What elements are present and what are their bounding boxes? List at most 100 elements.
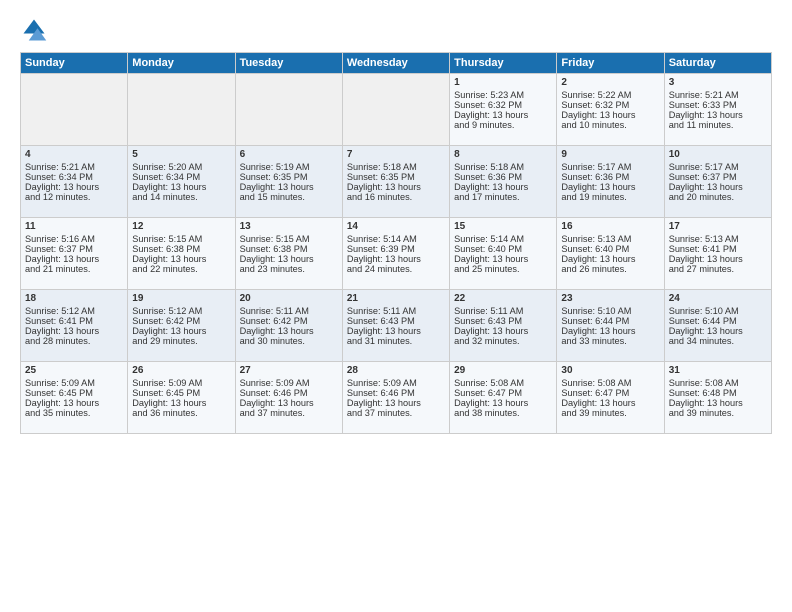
cell-line: and 30 minutes. — [240, 336, 338, 346]
cell-line: and 19 minutes. — [561, 192, 659, 202]
cell-line: Daylight: 13 hours — [454, 254, 552, 264]
cell-line: Sunset: 6:38 PM — [240, 244, 338, 254]
cell-line: Daylight: 13 hours — [454, 110, 552, 120]
cell-line: and 11 minutes. — [669, 120, 767, 130]
cell-line: Sunrise: 5:12 AM — [25, 306, 123, 316]
calendar-table: SundayMondayTuesdayWednesdayThursdayFrid… — [20, 52, 772, 434]
cell-line: Sunset: 6:35 PM — [240, 172, 338, 182]
day-number: 25 — [25, 365, 123, 376]
cell-line: Sunrise: 5:12 AM — [132, 306, 230, 316]
week-row-5: 25 Sunrise: 5:09 AM Sunset: 6:45 PM Dayligh… — [21, 362, 772, 434]
cell-line: Daylight: 13 hours — [454, 182, 552, 192]
calendar-cell — [342, 74, 449, 146]
calendar-cell: 19Sunrise: 5:12 AMSunset: 6:42 PMDayligh… — [128, 290, 235, 362]
cell-line: Daylight: 13 hours — [454, 326, 552, 336]
day-number: 7 — [347, 149, 445, 160]
cell-line: Sunrise: 5:08 AM — [669, 378, 767, 388]
week-row-2: 4Sunrise: 5:21 AMSunset: 6:34 PMDaylight… — [21, 146, 772, 218]
day-number: 27 — [240, 365, 338, 376]
cell-line: and 26 minutes. — [561, 264, 659, 274]
calendar-cell: 7Sunrise: 5:18 AMSunset: 6:35 PMDaylight… — [342, 146, 449, 218]
calendar-cell: 22Sunrise: 5:11 AMSunset: 6:43 PMDayligh… — [450, 290, 557, 362]
day-number: 20 — [240, 293, 338, 304]
day-number: 31 — [669, 365, 767, 376]
cell-line: and 37 minutes. — [240, 408, 338, 418]
cell-line: Sunrise: 5:11 AM — [347, 306, 445, 316]
day-number: 23 — [561, 293, 659, 304]
cell-line: Sunrise: 5:13 AM — [669, 234, 767, 244]
cell-line: Sunset: 6:40 PM — [561, 244, 659, 254]
day-number: 21 — [347, 293, 445, 304]
col-header-friday: Friday — [557, 53, 664, 74]
cell-line: Sunrise: 5:13 AM — [561, 234, 659, 244]
col-header-wednesday: Wednesday — [342, 53, 449, 74]
col-header-thursday: Thursday — [450, 53, 557, 74]
day-number: 3 — [669, 77, 767, 88]
cell-line: and 39 minutes. — [561, 408, 659, 418]
calendar-cell: 26Sunrise: 5:09 AMSunset: 6:45 PMDayligh… — [128, 362, 235, 434]
calendar-cell: 21Sunrise: 5:11 AMSunset: 6:43 PMDayligh… — [342, 290, 449, 362]
header — [20, 16, 772, 44]
cell-line: and 35 minutes. — [25, 408, 123, 418]
cell-line: Sunrise: 5:14 AM — [347, 234, 445, 244]
calendar-cell: 4Sunrise: 5:21 AMSunset: 6:34 PMDaylight… — [21, 146, 128, 218]
day-number: 26 — [132, 365, 230, 376]
cell-line: Sunrise: 5:11 AM — [240, 306, 338, 316]
cell-line: Sunset: 6:36 PM — [561, 172, 659, 182]
cell-line: Sunrise: 5:10 AM — [669, 306, 767, 316]
day-number: 24 — [669, 293, 767, 304]
cell-line: Sunrise: 5:19 AM — [240, 162, 338, 172]
cell-line: and 39 minutes. — [669, 408, 767, 418]
cell-line: Sunrise: 5:09 AM — [347, 378, 445, 388]
day-number: 8 — [454, 149, 552, 160]
cell-line: Daylight: 13 hours — [669, 182, 767, 192]
cell-line: Sunset: 6:41 PM — [25, 316, 123, 326]
col-header-tuesday: Tuesday — [235, 53, 342, 74]
cell-line: Sunrise: 5:22 AM — [561, 90, 659, 100]
cell-line: Daylight: 13 hours — [240, 398, 338, 408]
day-number: 16 — [561, 221, 659, 232]
cell-line: and 33 minutes. — [561, 336, 659, 346]
cell-line: Daylight: 13 hours — [347, 182, 445, 192]
day-number: 9 — [561, 149, 659, 160]
cell-line: Sunrise: 5:11 AM — [454, 306, 552, 316]
header-row: SundayMondayTuesdayWednesdayThursdayFrid… — [21, 53, 772, 74]
calendar-cell: 2Sunrise: 5:22 AMSunset: 6:32 PMDaylight… — [557, 74, 664, 146]
cell-line: and 15 minutes. — [240, 192, 338, 202]
cell-line: Sunset: 6:32 PM — [561, 100, 659, 110]
calendar-cell: 30Sunrise: 5:08 AMSunset: 6:47 PMDayligh… — [557, 362, 664, 434]
cell-line: Sunrise: 5:14 AM — [454, 234, 552, 244]
cell-line: and 25 minutes. — [454, 264, 552, 274]
calendar-cell: 13Sunrise: 5:15 AMSunset: 6:38 PMDayligh… — [235, 218, 342, 290]
cell-line: and 17 minutes. — [454, 192, 552, 202]
calendar-cell: 27Sunrise: 5:09 AMSunset: 6:46 PMDayligh… — [235, 362, 342, 434]
cell-line: and 31 minutes. — [347, 336, 445, 346]
calendar-cell: 20Sunrise: 5:11 AMSunset: 6:42 PMDayligh… — [235, 290, 342, 362]
cell-line: Daylight: 13 hours — [240, 254, 338, 264]
cell-line: Sunset: 6:45 PM — [25, 388, 123, 398]
calendar-cell — [128, 74, 235, 146]
cell-line: and 22 minutes. — [132, 264, 230, 274]
cell-line: Daylight: 13 hours — [132, 182, 230, 192]
cell-line: Sunset: 6:43 PM — [347, 316, 445, 326]
calendar-cell: 11Sunrise: 5:16 AMSunset: 6:37 PMDayligh… — [21, 218, 128, 290]
cell-line: Daylight: 13 hours — [561, 182, 659, 192]
cell-line: and 28 minutes. — [25, 336, 123, 346]
cell-line: and 10 minutes. — [561, 120, 659, 130]
cell-line: and 37 minutes. — [347, 408, 445, 418]
day-number: 28 — [347, 365, 445, 376]
calendar-cell: 15Sunrise: 5:14 AMSunset: 6:40 PMDayligh… — [450, 218, 557, 290]
cell-line: Sunset: 6:44 PM — [669, 316, 767, 326]
cell-line: Daylight: 13 hours — [561, 110, 659, 120]
cell-line: Sunset: 6:39 PM — [347, 244, 445, 254]
day-number: 14 — [347, 221, 445, 232]
cell-line: Daylight: 13 hours — [25, 254, 123, 264]
cell-line: Sunrise: 5:15 AM — [132, 234, 230, 244]
calendar-cell: 25Sunrise: 5:09 AMSunset: 6:45 PMDayligh… — [21, 362, 128, 434]
calendar-cell: 14Sunrise: 5:14 AMSunset: 6:39 PMDayligh… — [342, 218, 449, 290]
calendar-cell: 12Sunrise: 5:15 AMSunset: 6:38 PMDayligh… — [128, 218, 235, 290]
cell-line: and 27 minutes. — [669, 264, 767, 274]
cell-line: Sunset: 6:35 PM — [347, 172, 445, 182]
calendar-cell: 31Sunrise: 5:08 AMSunset: 6:48 PMDayligh… — [664, 362, 771, 434]
cell-line: and 16 minutes. — [347, 192, 445, 202]
